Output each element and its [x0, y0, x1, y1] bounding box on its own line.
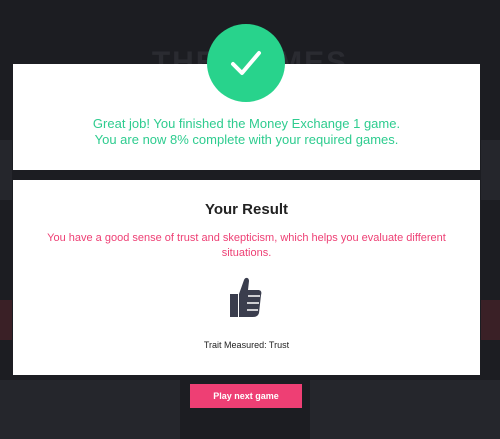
result-description: You have a good sense of trust and skept…: [47, 232, 446, 259]
success-line-2: You are now 8% complete with your requir…: [94, 132, 399, 147]
trait-measured: Trait Measured: Trust: [203, 340, 290, 350]
background-tile: [310, 380, 500, 439]
result-title: Your Result: [204, 201, 289, 218]
background-tile: [481, 140, 500, 200]
background-tile: [0, 140, 12, 200]
success-message: Great job! You finished the Money Exchan…: [13, 116, 480, 148]
background-tile: [0, 380, 180, 439]
thumbs-up-icon: [230, 277, 262, 317]
checkmark-icon: [207, 24, 285, 102]
play-next-game-button[interactable]: Play next game: [190, 384, 302, 408]
success-line-1: Great job! You finished the Money Exchan…: [92, 116, 401, 131]
background-accent: [0, 300, 12, 340]
background-accent: [481, 300, 500, 340]
result-card: Your Result You have a good sense of tru…: [13, 180, 480, 375]
